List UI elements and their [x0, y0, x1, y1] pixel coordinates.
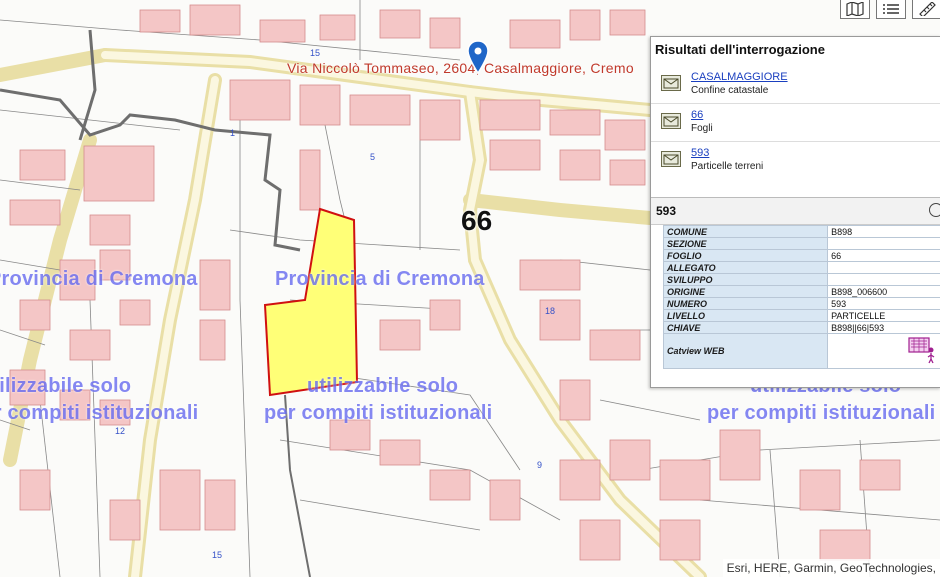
- detail-header: 593: [651, 197, 940, 225]
- table-row: ORIGINE B898_006600: [662, 285, 940, 298]
- result-link[interactable]: 66: [691, 109, 703, 121]
- table-row: Catview WEB: [662, 333, 940, 369]
- table-row: ALLEGATO: [662, 261, 940, 274]
- watermark-text: per compiti istituzionali: [0, 402, 199, 424]
- result-subtitle: Particelle terreni: [691, 161, 764, 172]
- result-item[interactable]: CASALMAGGIORE Confine catastale: [651, 65, 940, 104]
- table-row: LIVELLO PARTICELLE: [662, 309, 940, 322]
- catview-label: Catview WEB: [662, 333, 829, 369]
- result-link[interactable]: CASALMAGGIORE: [691, 71, 788, 83]
- close-icon[interactable]: [929, 203, 940, 217]
- envelope-icon[interactable]: [661, 75, 681, 91]
- envelope-icon[interactable]: [661, 113, 681, 129]
- attribute-table: COMUNE B898 SEZIONE FOGLIO 66 ALLEGATO SVI…: [662, 225, 940, 369]
- map-attribution: Esri, HERE, Garmin, GeoTechnologies,: [722, 559, 940, 577]
- map-toolbar: [834, 0, 940, 19]
- table-row: SEZIONE: [662, 237, 940, 250]
- plot-number: 18: [545, 306, 556, 316]
- result-item[interactable]: 66 Fogli: [651, 103, 940, 142]
- result-item[interactable]: 593 Particelle terreni: [651, 141, 940, 179]
- panel-title: Risultati dell'interrogazione: [655, 42, 825, 57]
- plot-number: 1: [230, 128, 236, 138]
- watermark-text: Provincia di Cremona: [275, 268, 485, 290]
- plot-number: 15: [310, 48, 321, 58]
- plot-number: 9: [537, 460, 543, 470]
- watermark-text: Provincia di Cremona: [0, 268, 198, 290]
- plot-number: 15: [212, 550, 223, 560]
- ruler-icon[interactable]: [912, 0, 940, 19]
- watermark-text: per compiti istituzionali: [707, 402, 936, 424]
- watermark-text: utilizzabile solo: [0, 375, 132, 397]
- address-label: Via Niccolò Tommaseo, 2604, Casalmaggior…: [287, 60, 634, 76]
- table-row: NUMERO 593: [662, 297, 940, 310]
- query-results-panel: Risultati dell'interrogazione CASALMAGGI…: [650, 36, 940, 388]
- catview-web-icon[interactable]: [907, 336, 937, 364]
- location-pin-icon[interactable]: [467, 40, 489, 74]
- sheet-number-label: 66: [461, 205, 493, 236]
- plot-number: 5: [370, 152, 376, 162]
- result-subtitle: Fogli: [691, 123, 713, 134]
- result-subtitle: Confine catastale: [691, 85, 769, 96]
- table-row: COMUNE B898: [662, 225, 940, 238]
- map-book-icon[interactable]: [840, 0, 870, 19]
- watermark-text: per compiti istituzionali: [264, 402, 493, 424]
- list-icon[interactable]: [876, 0, 906, 19]
- table-row: CHIAVE B898||66|593: [662, 321, 940, 334]
- plot-number: 12: [115, 426, 126, 436]
- envelope-icon[interactable]: [661, 151, 681, 167]
- table-row: SVILUPPO: [662, 273, 940, 286]
- result-link[interactable]: 593: [691, 147, 709, 159]
- table-row: FOGLIO 66: [662, 249, 940, 262]
- detail-title: 593: [656, 204, 677, 218]
- watermark-text: utilizzabile solo: [307, 375, 459, 397]
